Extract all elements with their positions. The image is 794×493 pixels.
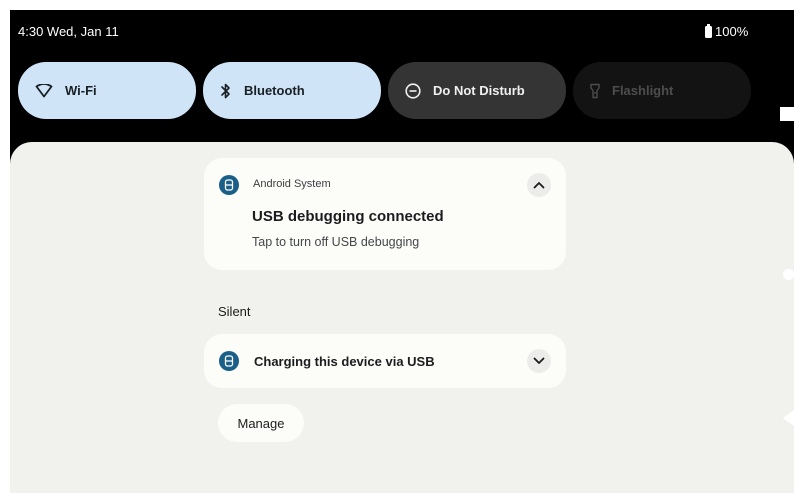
notification-text: Tap to turn off USB debugging: [252, 235, 420, 249]
battery-icon: [705, 23, 712, 38]
chevron-down-icon: [533, 357, 545, 364]
notification-shade: Android System USB debugging connected T…: [10, 142, 794, 493]
android-screen: 4:30 Wed, Jan 11 100% Wi-Fi Bluetooth Do…: [10, 10, 794, 493]
wifi-tile-label: Wi-Fi: [65, 83, 97, 98]
android-system-icon: [219, 175, 239, 195]
collapse-button[interactable]: [527, 173, 551, 197]
bluetooth-tile[interactable]: Bluetooth: [203, 62, 381, 119]
do-not-disturb-tile[interactable]: Do Not Disturb: [388, 62, 566, 119]
flashlight-tile-label: Flashlight: [612, 83, 674, 98]
battery-status: 100%: [705, 23, 749, 39]
edge-scroll-dot: [783, 269, 794, 280]
usb-debugging-notification[interactable]: Android System USB debugging connected T…: [204, 158, 566, 270]
notification-title: USB debugging connected: [252, 208, 444, 225]
bluetooth-icon: [221, 83, 230, 98]
bluetooth-tile-label: Bluetooth: [244, 83, 305, 98]
manage-button[interactable]: Manage: [218, 404, 304, 442]
charging-notification-title: Charging this device via USB: [254, 354, 435, 369]
flashlight-tile[interactable]: Flashlight: [573, 62, 751, 119]
wifi-icon: [35, 83, 53, 97]
status-time-date: 4:30 Wed, Jan 11: [18, 24, 119, 39]
wifi-tile[interactable]: Wi-Fi: [18, 62, 196, 119]
silent-section-label: Silent: [218, 304, 251, 319]
do-not-disturb-tile-label: Do Not Disturb: [433, 83, 525, 98]
edge-handle[interactable]: [780, 107, 794, 121]
chevron-up-icon: [533, 182, 545, 189]
quick-settings-tiles: Wi-Fi Bluetooth Do Not Disturb Flashligh…: [10, 62, 794, 120]
notification-app-name: Android System: [253, 178, 331, 190]
battery-percent: 100%: [715, 24, 749, 39]
android-system-icon: [219, 351, 239, 371]
do-not-disturb-icon: [405, 82, 421, 99]
edge-back-arrow-icon[interactable]: [783, 410, 794, 426]
flashlight-icon: [590, 83, 600, 98]
charging-notification[interactable]: Charging this device via USB: [204, 334, 566, 388]
expand-button[interactable]: [527, 349, 551, 373]
